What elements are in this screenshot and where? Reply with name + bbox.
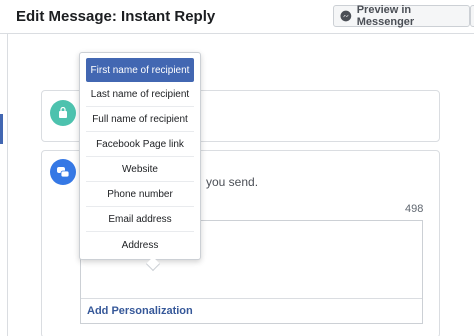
menu-item-email[interactable]: Email address (86, 208, 194, 232)
card2-subtitle-tail: you send. (206, 175, 259, 189)
messenger-icon (340, 10, 352, 22)
header-overflow-button[interactable] (470, 5, 474, 27)
menu-item-website[interactable]: Website (86, 158, 194, 182)
menu-item-address[interactable]: Address (86, 233, 194, 257)
personalization-dropdown: First name of recipient Last name of rec… (79, 52, 201, 272)
chat-bubbles-icon (50, 159, 76, 185)
page-title: Edit Message: Instant Reply (16, 8, 216, 25)
preview-button-label: Preview in Messenger (356, 4, 415, 28)
left-sidebar (0, 34, 8, 336)
menu-item-first-name[interactable]: First name of recipient (86, 58, 194, 82)
menu-item-last-name[interactable]: Last name of recipient (86, 83, 194, 107)
preview-in-messenger-button[interactable]: Preview in Messenger (333, 4, 470, 28)
store-icon (50, 100, 76, 126)
character-count: 498 (405, 203, 424, 215)
editor-canvas: T S M C you send. T 498 Add Personalizat… (8, 34, 474, 336)
menu-item-page-link[interactable]: Facebook Page link (86, 133, 194, 157)
sidebar-active-marker (0, 114, 3, 144)
add-personalization-link[interactable]: Add Personalization (87, 305, 193, 317)
menu-item-phone[interactable]: Phone number (86, 183, 194, 207)
top-header: Edit Message: Instant Reply Preview in M… (0, 0, 474, 34)
menu-item-full-name[interactable]: Full name of recipient (86, 108, 194, 132)
